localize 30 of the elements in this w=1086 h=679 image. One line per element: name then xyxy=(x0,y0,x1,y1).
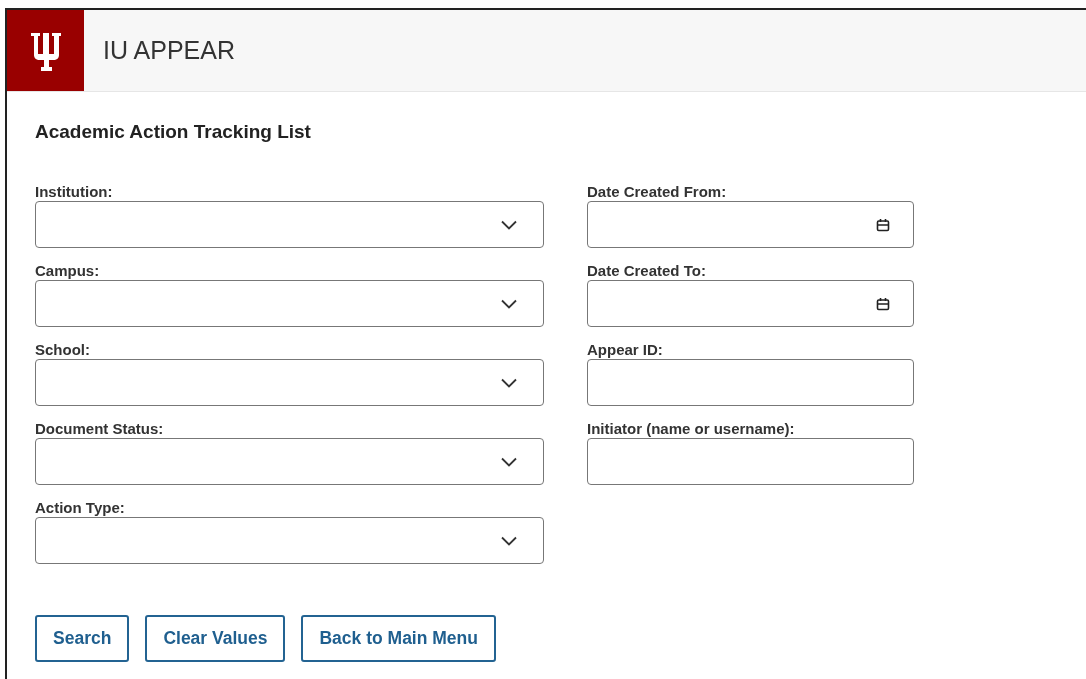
field-label: Action Type: xyxy=(35,498,126,517)
calendar-icon xyxy=(876,296,890,311)
dropdown-field[interactable] xyxy=(35,517,544,564)
text-field[interactable] xyxy=(587,438,914,485)
dropdown-field[interactable] xyxy=(35,359,544,406)
chevron-down-icon xyxy=(501,377,517,388)
action-button[interactable]: Clear Values xyxy=(145,615,286,662)
field-label: School: xyxy=(35,340,91,359)
chevron-down-icon xyxy=(501,219,517,230)
text-field[interactable] xyxy=(587,359,914,406)
action-button[interactable]: Back to Main Menu xyxy=(301,615,496,662)
chevron-down-icon xyxy=(501,535,517,546)
field-label: Campus: xyxy=(35,261,101,280)
dropdown-field[interactable] xyxy=(35,280,544,327)
date-field[interactable] xyxy=(587,280,914,327)
field-label: Document Status: xyxy=(35,419,165,438)
chevron-down-icon xyxy=(501,298,517,309)
dropdown-field[interactable] xyxy=(35,438,544,485)
action-button[interactable]: Search xyxy=(35,615,130,662)
calendar-icon xyxy=(876,217,890,232)
app-title: IU APPEAR xyxy=(103,36,235,65)
field-label: Initiator (name or username): xyxy=(587,419,796,438)
field-label: Appear ID: xyxy=(587,340,664,359)
page-title: Academic Action Tracking List xyxy=(35,121,312,143)
date-field[interactable] xyxy=(587,201,914,248)
field-label: Date Created From: xyxy=(587,182,728,201)
field-label: Date Created To: xyxy=(587,261,707,280)
dropdown-field[interactable] xyxy=(35,201,544,248)
field-label: Institution: xyxy=(35,182,114,201)
chevron-down-icon xyxy=(501,456,517,467)
